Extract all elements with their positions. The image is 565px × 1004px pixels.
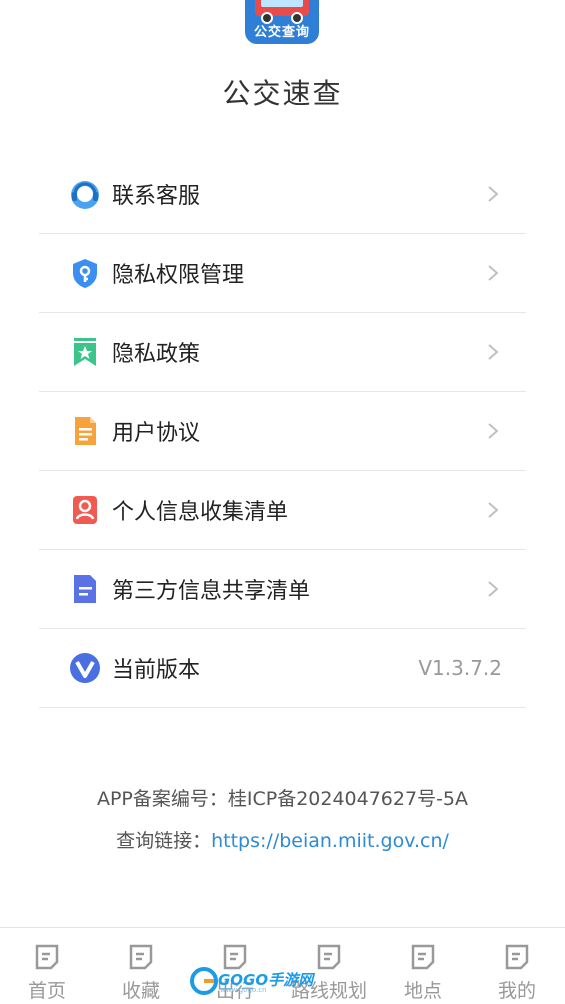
version-number: V1.3.7.2 <box>418 656 502 680</box>
query-link-label: 查询链接： <box>116 830 212 852</box>
places-icon <box>411 944 435 970</box>
chevron-right-icon <box>488 581 499 597</box>
customer-service-headset-icon <box>71 181 99 209</box>
query-link[interactable]: https://beian.miit.gov.cn/ <box>211 830 449 852</box>
tab-label: 我的 <box>497 980 536 1002</box>
document-icon <box>75 417 96 445</box>
tab-home[interactable]: 首页 <box>0 928 94 1004</box>
menu-item-customer-service[interactable]: 联系客服 <box>39 155 526 234</box>
menu-label: 个人信息收集清单 <box>112 500 289 525</box>
chevron-right-icon <box>488 186 499 202</box>
query-link-row: 查询链接：https://beian.miit.gov.cn/ <box>0 826 565 853</box>
icp-filing-number: APP备案编号：桂ICP备2024047627号-5A <box>96 788 469 810</box>
favorites-icon <box>129 944 153 970</box>
menu-item-user-agreement[interactable]: 用户协议 <box>39 392 526 471</box>
v-logo-icon <box>70 653 100 683</box>
tab-mine[interactable]: 我的 <box>470 928 564 1004</box>
route-icon <box>317 944 341 970</box>
tab-label: 收藏 <box>121 980 160 1002</box>
menu-label: 用户协议 <box>112 421 201 446</box>
menu-item-privacy-policy[interactable]: 隐私政策 <box>39 313 526 392</box>
watermark: GOGO手游网 www.gogo.cn <box>190 965 313 997</box>
tab-favorites[interactable]: 收藏 <box>94 928 188 1004</box>
list-document-icon <box>74 575 96 603</box>
chevron-right-icon <box>488 265 499 281</box>
menu-label: 隐私政策 <box>112 342 201 367</box>
menu-item-third-party-sharing-list[interactable]: 第三方信息共享清单 <box>39 550 526 629</box>
menu-label: 隐私权限管理 <box>112 263 245 288</box>
chevron-right-icon <box>488 502 499 518</box>
shield-key-icon <box>73 259 97 288</box>
tab-label: 首页 <box>27 980 66 1002</box>
chevron-right-icon <box>488 344 499 360</box>
home-icon <box>35 944 59 970</box>
bookmark-star-icon <box>74 338 96 366</box>
tab-label: 地点 <box>403 980 442 1002</box>
app-icon-label: 公交查询 <box>253 25 310 40</box>
menu-label: 联系客服 <box>112 184 201 209</box>
tab-places[interactable]: 地点 <box>376 928 470 1004</box>
menu-item-current-version: 当前版本 V1.3.7.2 <box>39 629 526 708</box>
settings-menu: 联系客服 隐私权限管理 隐私政策 用户协议 个人信息收集清单 第三方信息共享清单… <box>39 155 526 708</box>
watermark-sub: www.gogo.cn <box>220 986 267 994</box>
app-logo: 公交查询 <box>245 0 319 44</box>
menu-item-personal-info-list[interactable]: 个人信息收集清单 <box>39 471 526 550</box>
profile-icon <box>505 944 529 970</box>
chevron-right-icon <box>488 423 499 439</box>
app-title: 公交速查 <box>222 77 343 110</box>
menu-label: 当前版本 <box>112 658 201 683</box>
watermark-logo-icon <box>190 967 218 995</box>
menu-item-privacy-permissions[interactable]: 隐私权限管理 <box>39 234 526 313</box>
person-card-icon <box>73 496 97 524</box>
menu-label: 第三方信息共享清单 <box>112 579 311 604</box>
